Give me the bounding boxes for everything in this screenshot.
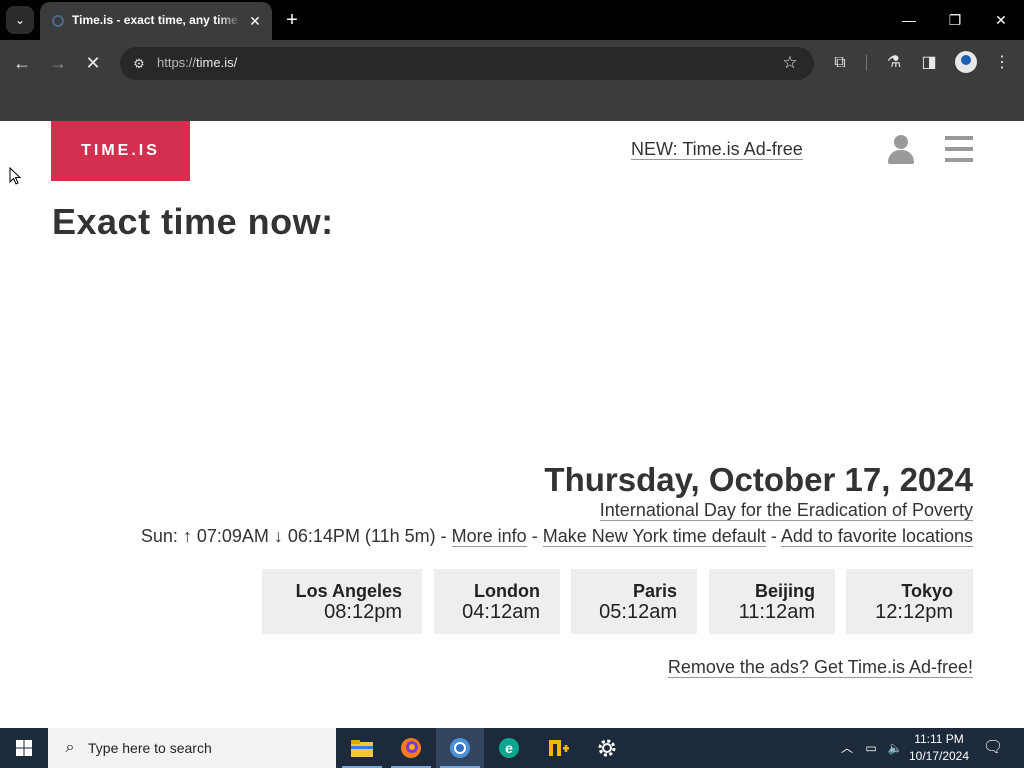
city-name: Tokyo [901,581,953,601]
make-default-link[interactable]: Make New York time default [542,526,766,547]
settings-gear-icon[interactable] [583,728,631,768]
user-account-icon[interactable] [887,135,915,165]
url-text[interactable]: https://time.is/ [157,55,237,70]
mouse-cursor-icon [9,167,21,185]
city-name: London [474,581,540,601]
adfree-link[interactable]: NEW: Time.is Ad-free [631,139,803,160]
search-icon: ⌕ [65,739,75,756]
city-name: Paris [632,581,677,601]
bookmarks-bar [0,86,1024,121]
file-explorer-icon[interactable] [338,728,386,768]
taskbar-search-box[interactable]: ⌕ Type here to search [48,728,336,768]
forward-arrow-icon[interactable]: → [46,51,70,75]
bookmark-star-icon[interactable]: ☆ [780,53,800,73]
notification-icon[interactable]: 🗨 [983,739,1003,757]
firefox-icon[interactable] [387,728,435,768]
windows-start-icon[interactable] [0,728,48,768]
windows-taskbar: ⌕ Type here to search e ︿ ▭ 🔈 11:11 PM 1… [0,728,1024,768]
city-tile-london[interactable]: London 04:12am [434,569,560,634]
city-time: 04:12am [462,601,540,623]
web-page: TIME.IS NEW: Time.is Ad-free Exact time … [0,121,1024,728]
sun-info-line: Sun: ↑ 07:09AM ↓ 06:14PM (11h 5m) - More… [140,526,973,547]
search-placeholder: Type here to search [88,740,212,756]
browser-menu-kebab-icon[interactable]: ⋮ [990,51,1014,75]
toolbar-divider [866,55,867,71]
tab-close-icon[interactable]: ✕ [246,12,264,30]
time-is-logo[interactable]: TIME.IS [51,121,190,181]
city-tile-beijing[interactable]: Beijing 11:12am [709,569,835,634]
tab-search-chevron-icon[interactable]: ⌄ [6,6,34,34]
more-info-link[interactable]: More info [451,526,527,547]
browser-tab-active[interactable]: Time.is - exact time, any time zone ✕ [40,2,272,40]
tab-title: Time.is - exact time, any time zone [72,13,242,27]
city-tile-los-angeles[interactable]: Los Angeles 08:12pm [262,569,422,634]
back-arrow-icon[interactable]: ← [10,51,34,75]
separator: - [770,526,777,546]
window-minimize-button[interactable]: — [894,8,924,32]
clock-date: 10/17/2024 [908,749,970,763]
network-icon[interactable]: ▭ [862,739,880,757]
browser-toolbar: ← → ✕ ⚙ https://time.is/ ☆ ⧉ ⚗ ◨ ⋮ [0,40,1024,86]
remove-ads-link[interactable]: Remove the ads? Get Time.is Ad-free! [667,657,973,678]
chrome-icon[interactable] [436,728,484,768]
window-close-button[interactable]: ✕ [986,8,1016,32]
city-tile-paris[interactable]: Paris 05:12am [571,569,697,634]
url-host: time.is/ [196,55,238,70]
url-scheme: https:// [157,55,197,70]
volume-muted-icon[interactable]: 🔈 [886,739,904,757]
city-tile-tokyo[interactable]: Tokyo 12:12pm [846,569,973,634]
page-heading: Exact time now: [52,201,334,242]
labs-flask-icon[interactable]: ⚗ [882,51,906,75]
extensions-puzzle-icon[interactable]: ⧉ [828,51,852,75]
city-name: Los Angeles [295,581,402,601]
holiday-link[interactable]: International Day for the Eradication of… [599,500,973,521]
browser-tab-bar: ⌄ Time.is - exact time, any time zone ✕ … [0,0,1024,40]
side-panel-icon[interactable]: ◨ [917,51,941,75]
notepad-plus-icon[interactable] [534,728,582,768]
city-name: Beijing [754,581,815,601]
address-bar[interactable]: ⚙ https://time.is/ ☆ [120,47,814,80]
tray-chevron-up-icon[interactable]: ︿ [838,739,856,757]
current-date: Thursday, October 17, 2024 [544,461,973,498]
city-time: 05:12am [599,601,677,623]
hamburger-menu-icon[interactable] [945,136,973,163]
add-favorite-link[interactable]: Add to favorite locations [780,526,973,547]
window-maximize-button[interactable]: ❐ [940,8,970,32]
clock-time: 11:11 PM [914,732,964,746]
separator: - [531,526,538,546]
city-time: 08:12pm [324,601,402,623]
edge-icon[interactable]: e [485,728,533,768]
city-time: 11:12am [738,601,815,623]
site-info-icon[interactable]: ⚙ [130,55,148,73]
new-tab-button[interactable]: + [280,8,304,32]
city-time: 12:12pm [875,601,953,623]
tab-favicon-icon [52,15,64,27]
svg-text:e: e [505,740,513,756]
sun-times-text: Sun: ↑ 07:09AM ↓ 06:14PM (11h 5m) - [140,526,447,546]
taskbar-clock[interactable]: 11:11 PM 10/17/2024 [908,731,970,765]
stop-loading-icon[interactable]: ✕ [81,51,105,75]
profile-avatar-icon[interactable] [955,51,977,73]
